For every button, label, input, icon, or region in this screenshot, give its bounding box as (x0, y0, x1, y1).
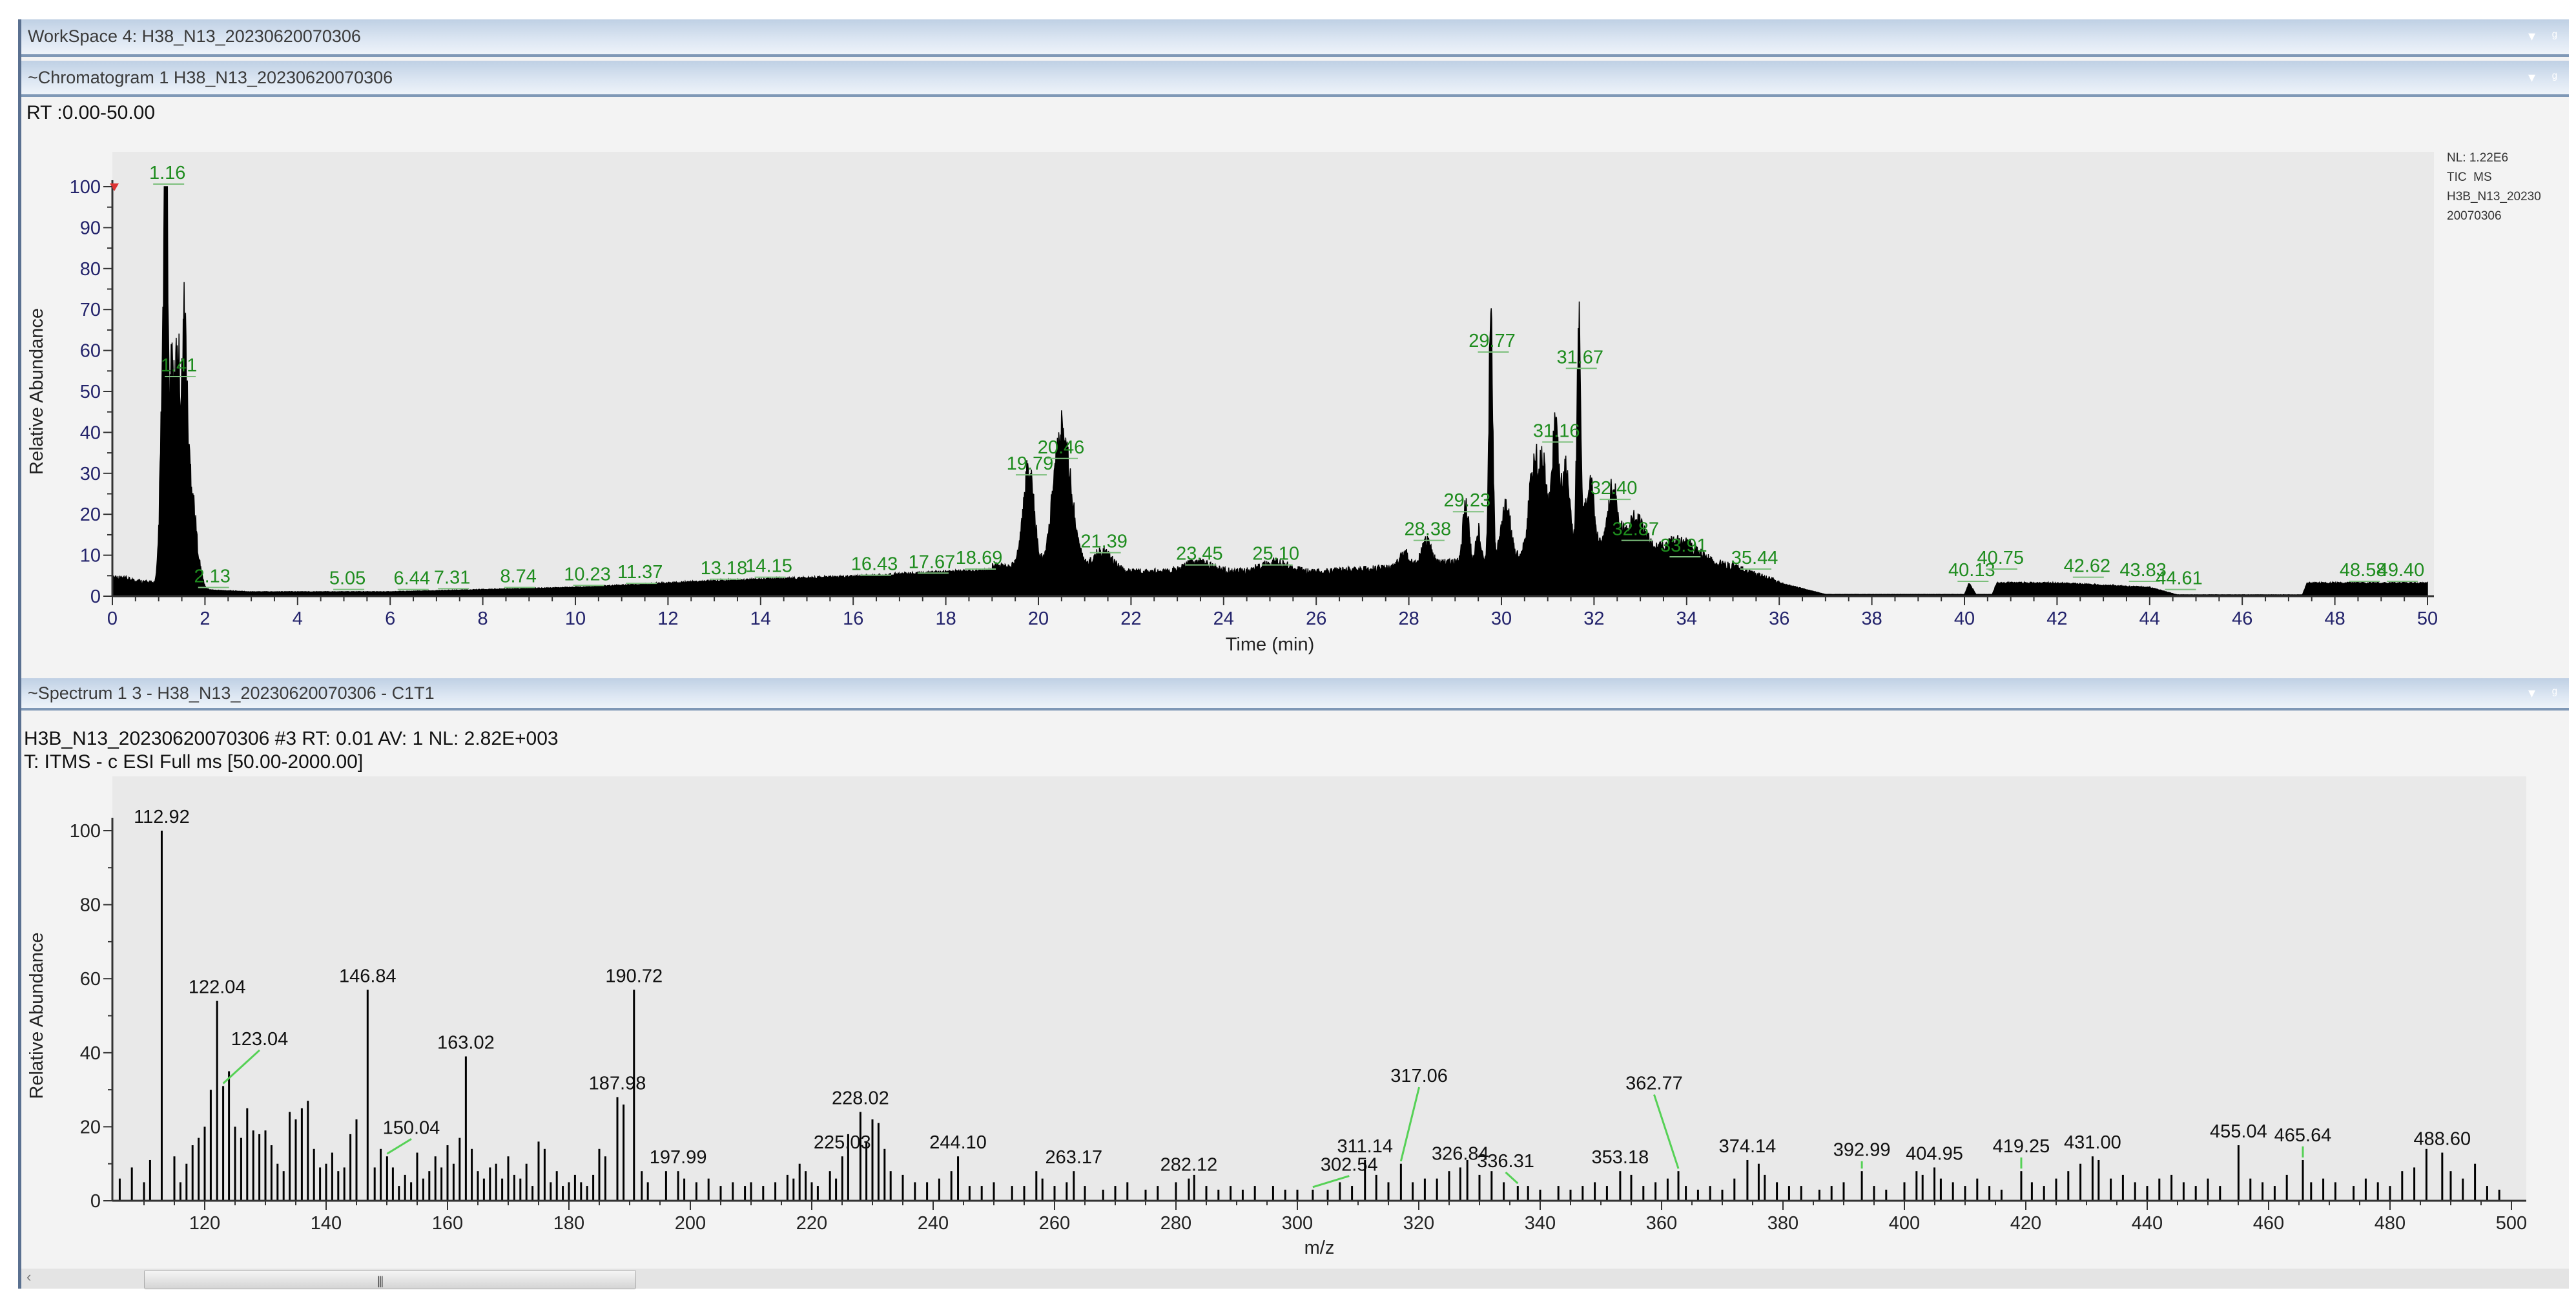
chromatogram-plot[interactable]: 0 2 4 6 8 10 12 14 16 18 20 22 24 26 28 30 32 34 36 38 40 42 4… (0, 0, 2576, 672)
x-tick-label: 20 (1028, 608, 1049, 629)
peak-label: 7.31 (434, 567, 470, 588)
peak-label: 35.44 (1731, 548, 1778, 568)
x-tick-label: 10 (565, 608, 586, 629)
peak-label: 5.05 (329, 568, 366, 589)
peak-label: 32.87 (1612, 519, 1659, 540)
scrollbar-thumb[interactable]: ||| (144, 1270, 636, 1289)
x-tick-label: 30 (1491, 608, 1512, 629)
x-tick-label: 46 (2232, 608, 2252, 629)
x-tick-label: 48 (2324, 608, 2345, 629)
spectrum-title: ~Spectrum 1 3 - H38_N13_20230620070306 -… (28, 683, 435, 703)
x-tick-label: 26 (1306, 608, 1326, 629)
x-tick-label: 42 (2046, 608, 2067, 629)
x-tick-label: 18 (935, 608, 956, 629)
x-tick-label: 28 (1398, 608, 1419, 629)
y-tick-label: 50 (80, 382, 101, 402)
horizontal-scrollbar[interactable]: ‹ ||| (21, 1269, 2569, 1289)
pin-dropdown-icon[interactable]: ▾ (2528, 678, 2535, 708)
peak-label: 23.45 (1176, 544, 1223, 565)
x-tick-label: 36 (1769, 608, 1789, 629)
y-tick-label: 70 (80, 300, 101, 320)
grip-icon: ||| (377, 1274, 384, 1287)
peak-label: 14.15 (745, 556, 792, 577)
peak-label: 44.61 (2156, 568, 2203, 589)
scroll-left-icon[interactable]: ‹ (26, 1269, 31, 1285)
x-tick-label: 34 (1676, 608, 1697, 629)
peak-label: 2.13 (194, 566, 230, 587)
y-tick-label: 80 (80, 259, 101, 280)
peak-label: 28.38 (1405, 519, 1452, 540)
peak-label: 20.46 (1038, 437, 1085, 458)
peak-label: 29.77 (1468, 331, 1516, 351)
x-tick-label: 0 (107, 608, 118, 629)
y-tick-label: 40 (80, 422, 101, 443)
peak-label: 31.67 (1556, 347, 1603, 368)
peak-label: 49.40 (2378, 560, 2425, 581)
spectrum-header-line1: H3B_N13_20230620070306 #3 RT: 0.01 AV: 1… (24, 728, 559, 749)
x-tick-label: 38 (1861, 608, 1882, 629)
peak-label: 11.37 (617, 562, 663, 583)
x-tick-label: 50 (2417, 608, 2438, 629)
peak-label: 17.67 (909, 552, 956, 572)
y-tick-label: 100 (70, 177, 101, 198)
x-tick-label: 8 (478, 608, 488, 629)
y-tick-label: 10 (80, 546, 101, 566)
spectrum-header-line2: T: ITMS - c ESI Full ms [50.00-2000.00] (24, 751, 364, 773)
x-tick-label: 6 (385, 608, 395, 629)
x-tick-label: 40 (1954, 608, 1975, 629)
x-tick-label: 22 (1120, 608, 1141, 629)
x-tick-label: 44 (2139, 608, 2160, 629)
x-tick-label: 2 (200, 608, 210, 629)
x-axis-title: Time (min) (1226, 634, 1314, 655)
y-tick-label: 30 (80, 464, 101, 484)
peak-label: 29.23 (1444, 490, 1491, 511)
pin-icon[interactable]: ᵍ (2552, 678, 2557, 708)
x-tick-label: 24 (1213, 608, 1234, 629)
x-tick-label: 32 (1583, 608, 1604, 629)
y-tick-label: 20 (80, 504, 101, 525)
x-tick-label: 4 (293, 608, 303, 629)
peak-label: 10.23 (564, 564, 611, 585)
peak-label: 8.74 (500, 566, 536, 587)
peak-label: 42.62 (2064, 556, 2111, 577)
peak-label: 32.40 (1591, 478, 1638, 499)
peak-label: 40.75 (1977, 548, 2024, 568)
spectrum-titlebar: ~Spectrum 1 3 - H38_N13_20230620070306 -… (21, 678, 2569, 711)
peak-label: 16.43 (851, 554, 898, 574)
y-axis-title: Relative Abundance (26, 308, 47, 475)
peak-label: 31.16 (1533, 420, 1580, 441)
plot-background (112, 152, 2434, 596)
y-tick-label: 0 (90, 587, 101, 607)
y-tick-label: 60 (80, 341, 101, 362)
peak-label: 21.39 (1080, 532, 1128, 552)
peak-label: 18.69 (956, 548, 1003, 568)
y-tick-label: 90 (80, 218, 101, 238)
peak-label: 1.41 (161, 355, 197, 376)
peak-label: 25.10 (1252, 544, 1299, 565)
x-tick-label: 12 (657, 608, 678, 629)
x-tick-label: 16 (843, 608, 863, 629)
peak-label: 13.18 (701, 558, 748, 579)
peak-label: 33.91 (1660, 535, 1707, 556)
x-tick-label: 14 (750, 608, 771, 629)
peak-label: 6.44 (394, 568, 430, 589)
peak-label: 1.16 (149, 163, 185, 183)
